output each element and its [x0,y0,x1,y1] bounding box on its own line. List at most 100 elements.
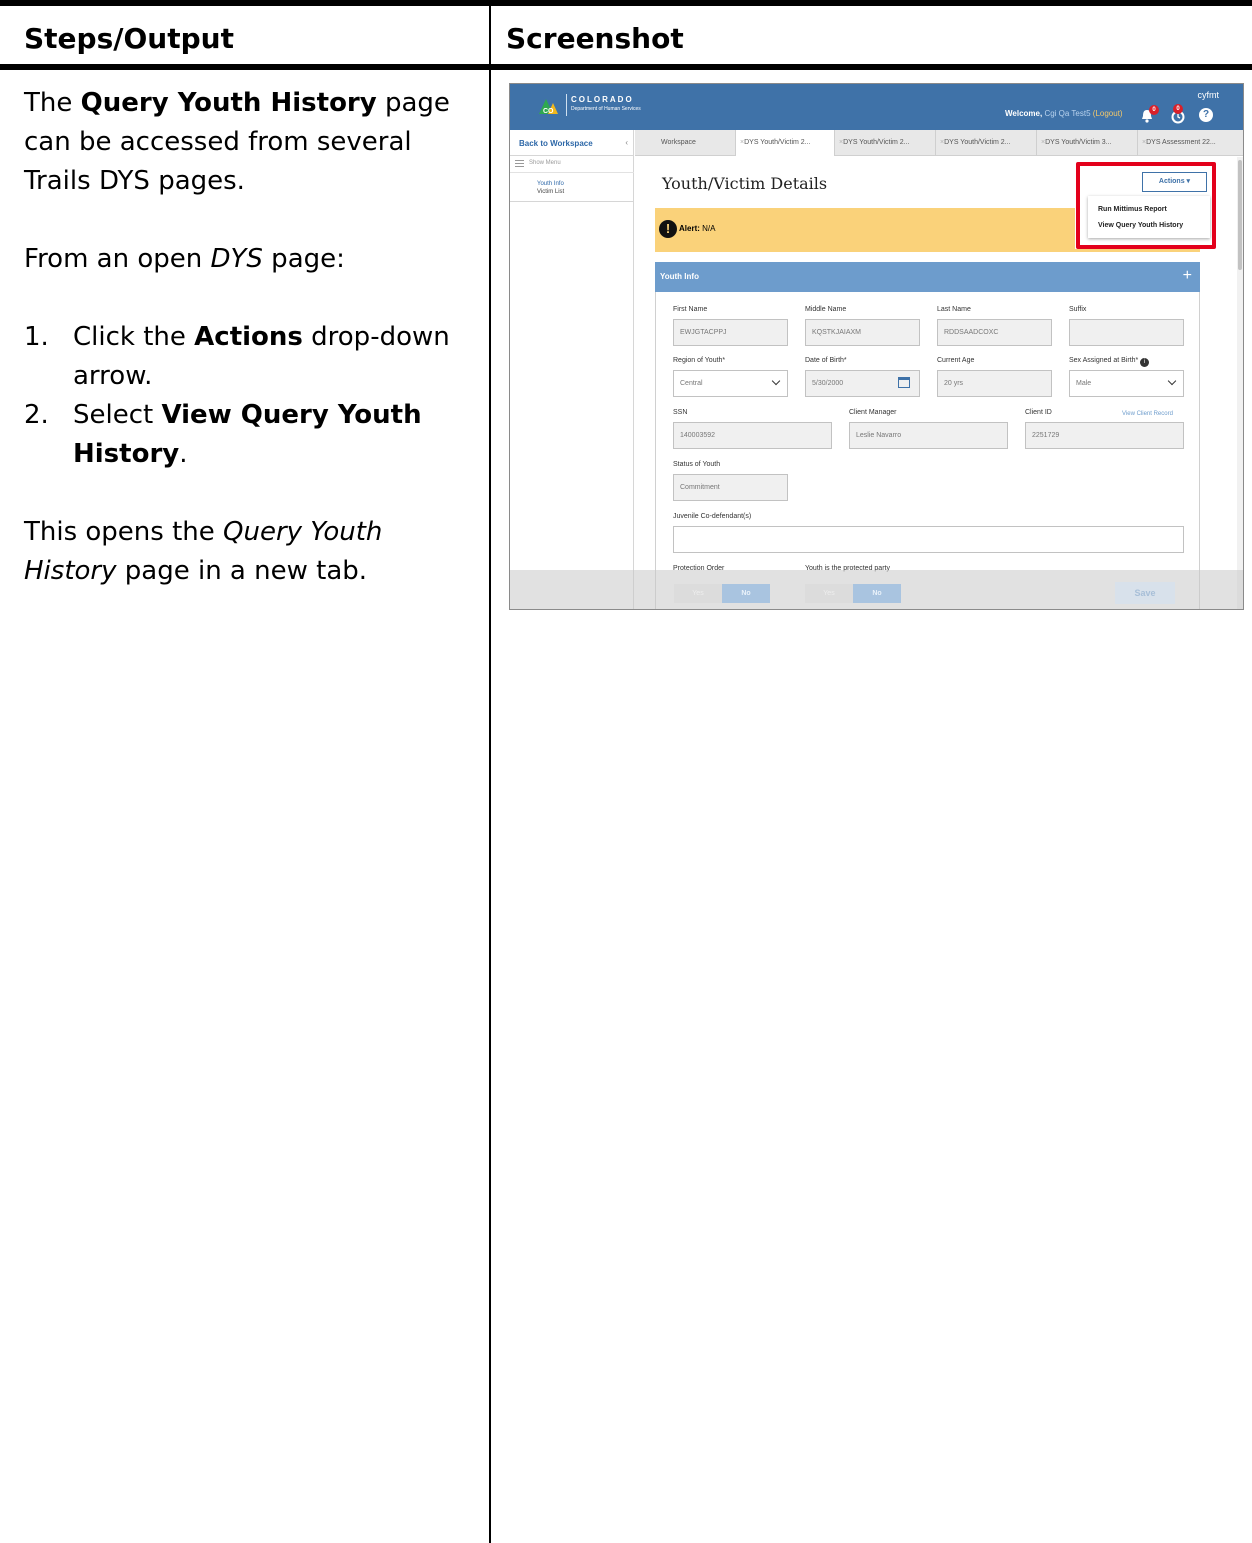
step-number: 1. [24,322,49,352]
steps-column: The Query Youth History page can be acce… [24,84,474,591]
last-name-label: Last Name [937,306,971,313]
nav-divider [510,201,634,202]
notification-badge: 0 [1149,105,1159,115]
dob-field[interactable]: 5/30/2000 [805,370,920,397]
column-divider [489,0,491,1543]
logout-link[interactable]: (Logout) [1093,109,1123,118]
step-pre: Select [73,400,162,430]
welcome-text: Welcome, Cgi Qa Test5 (Logout) [1005,109,1123,118]
table-top-rule [0,0,1252,6]
toggle-yes[interactable]: Yes [805,584,853,603]
outro-post: page in a new tab. [116,556,368,586]
region-select[interactable]: Central [673,370,788,397]
tab-dys-youth-victim[interactable]: ×DYS Youth/Victim 3... [1037,130,1138,156]
tab-dys-youth-victim[interactable]: ×DYS Youth/Victim 2... [936,130,1037,156]
toggle-yes[interactable]: Yes [674,584,722,603]
nav-item-victim-list[interactable]: Victim List [537,189,564,195]
first-name-field[interactable]: EWJGTACPPJ [673,319,788,346]
step-item: 2. Select View Query Youth History. [24,396,474,474]
nav-item-youth-info[interactable]: Youth Info [537,181,564,187]
colorado-logo-icon: CO [539,99,558,115]
from-italic: DYS [210,244,263,274]
tab-dys-youth-victim[interactable]: ×DYS Youth/Victim 2... [835,130,936,156]
last-name-field[interactable]: RDDSAADCOXC [937,319,1052,346]
logo-divider [566,94,567,116]
back-to-workspace-link[interactable]: Back to Workspace ‹ [510,130,634,156]
intro-bold: Query Youth History [80,88,377,118]
protected-party-toggle[interactable]: Yes No [805,584,901,603]
chevron-down-icon [771,376,781,386]
save-button[interactable]: Save [1115,582,1175,604]
expand-plus-icon[interactable]: + [1183,267,1192,285]
vertical-scrollbar[interactable] [1237,157,1243,609]
app-header: CO COLORADO Department of Human Services… [510,84,1243,130]
history-badge: 0 [1173,104,1183,114]
ssn-field[interactable]: 140003592 [673,422,832,449]
logo-subtitle: Department of Human Services [571,106,641,112]
youth-info-section-header[interactable]: Youth Info + [655,262,1200,292]
tab-dys-youth-victim[interactable]: ×DYS Youth/Victim 2... [736,130,835,156]
tab-workspace[interactable]: Workspace [635,130,736,156]
middle-name-field[interactable]: KQSTKJAIAXM [805,319,920,346]
current-age-label: Current Age [937,357,975,364]
highlight-callout [1076,162,1216,249]
outro-pre: This opens the [24,517,224,547]
info-icon[interactable]: i [1140,358,1150,367]
protection-order-toggle[interactable]: Yes No [674,584,770,603]
tab-label: DYS Youth/Victim 3... [1045,139,1112,146]
codefendant-label: Juvenile Co-defendant(s) [673,513,752,520]
client-id-label: Client ID [1025,409,1052,416]
suffix-field[interactable] [1069,319,1184,346]
logo-title: COLORADO [571,95,634,104]
show-menu-label: Show Menu [529,160,561,166]
client-manager-field[interactable]: Leslie Navarro [849,422,1008,449]
from-pre: From an open [24,244,211,274]
step-item: 1. Click the Actions drop-down arrow. [24,318,474,396]
collapse-chevron-icon[interactable]: ‹ [625,138,628,147]
show-menu-toggle[interactable]: Show Menu [510,156,634,173]
tab-label: Workspace [661,139,696,146]
step-post: . [179,439,188,469]
tab-label: DYS Youth/Victim 2... [944,139,1011,146]
user-code: cyfmt [1197,90,1220,100]
main-content: Youth/Victim Details ! Alert: N/A Action… [635,157,1235,609]
sex-select[interactable]: Male [1069,370,1184,397]
scrollbar-thumb[interactable] [1238,160,1242,270]
step-bold: Actions [194,322,303,352]
hamburger-icon [515,160,524,167]
calendar-icon[interactable] [898,377,910,388]
step-pre: Click the [73,322,195,352]
back-label: Back to Workspace [519,139,593,148]
suffix-label: Suffix [1069,306,1087,313]
page-title: Youth/Victim Details [662,174,828,193]
current-age-field[interactable]: 20 yrs [937,370,1052,397]
table-header-rule [0,64,1252,70]
app-screenshot: CO COLORADO Department of Human Services… [509,83,1244,610]
tab-label: DYS Youth/Victim 2... [744,139,811,146]
status-field[interactable]: Commitment [673,474,788,501]
tab-dys-assessment[interactable]: ×DYS Assessment 22... [1138,130,1243,156]
dob-label: Date of Birth* [805,357,847,364]
toggle-no[interactable]: No [722,584,770,603]
chevron-down-icon [1167,376,1177,386]
step-number: 2. [24,400,49,430]
view-client-record-link[interactable]: View Client Record [1122,411,1173,417]
intro-paragraph: The Query Youth History page can be acce… [24,84,474,201]
tab-label: DYS Youth/Victim 2... [843,139,910,146]
help-icon[interactable]: ? [1199,108,1213,122]
codefendant-field[interactable] [673,526,1184,553]
ssn-label: SSN [673,409,688,416]
svg-text:CO: CO [543,108,554,115]
dob-value: 5/30/2000 [812,380,844,387]
status-label: Status of Youth [673,461,721,468]
steps-list: 1. Click the Actions drop-down arrow. 2. S… [24,318,474,474]
user-name-link[interactable]: Cgi Qa Test5 [1044,109,1090,118]
client-id-field[interactable]: 2251729 [1025,422,1184,449]
header-steps-output: Steps/Output [24,22,234,55]
section-title: Youth Info [660,272,699,281]
toggle-no[interactable]: No [853,584,901,603]
region-value: Central [680,380,703,387]
welcome-label: Welcome, [1005,109,1043,118]
sex-label-text: Sex Assigned at Birth* [1069,357,1139,364]
sex-label: Sex Assigned at Birth* i [1069,357,1150,367]
